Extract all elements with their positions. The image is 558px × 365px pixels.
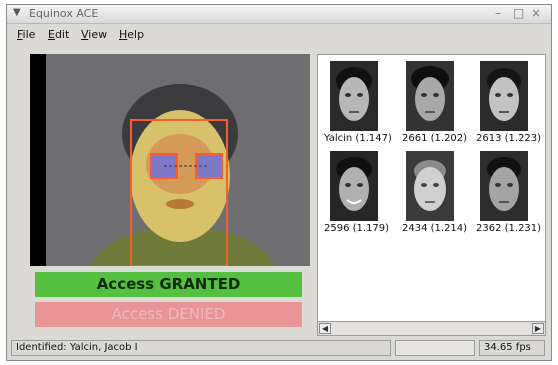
match-caption: 2362 (1.231): [476, 223, 542, 234]
close-icon[interactable]: ×: [531, 6, 541, 20]
face-photo: [480, 151, 528, 221]
fps-readout: 34.65 fps: [479, 340, 545, 356]
match-caption: 2434 (1.214): [402, 223, 468, 234]
feed-left-border: [30, 54, 46, 266]
match-caption: 2661 (1.202): [402, 133, 468, 144]
menu-edit-mnemonic: E: [48, 28, 55, 41]
mouth: [166, 199, 194, 209]
app-window: ▼ Equinox ACE – □ × File Edit View Help …: [6, 4, 552, 361]
window-title: Equinox ACE: [29, 7, 99, 20]
menu-bar: File Edit View Help: [7, 24, 551, 46]
match-caption: 2596 (1.179): [324, 223, 390, 234]
camera-feed: [30, 54, 310, 266]
match-caption: Yalcin (1.147): [324, 133, 392, 144]
face-photo: [406, 151, 454, 221]
match-thumbnail[interactable]: [330, 61, 378, 131]
menu-view-rest: iew: [88, 28, 108, 41]
window-menu-icon[interactable]: ▼: [13, 7, 21, 18]
match-thumbnail[interactable]: [330, 151, 378, 221]
camera-frame: [30, 54, 310, 266]
menu-help[interactable]: Help: [119, 28, 144, 41]
maximize-icon[interactable]: □: [513, 6, 524, 20]
face-photo: [330, 61, 378, 131]
gallery-horizontal-scrollbar[interactable]: ◀ ▶: [317, 321, 546, 336]
status-progress-slot: [395, 340, 475, 356]
scroll-right-icon[interactable]: ▶: [532, 323, 544, 334]
menu-help-rest: elp: [127, 28, 145, 41]
face-photo: [480, 61, 528, 131]
title-bar[interactable]: ▼ Equinox ACE – □ ×: [7, 5, 551, 24]
access-granted-banner: Access GRANTED: [35, 272, 302, 297]
face-photo: [406, 61, 454, 131]
status-bar: Identified: Yalcin, Jacob I 34.65 fps: [7, 338, 551, 360]
identified-status: Identified: Yalcin, Jacob I: [11, 340, 391, 356]
menu-file[interactable]: File: [17, 28, 35, 41]
minimize-icon[interactable]: –: [495, 6, 501, 20]
menu-edit[interactable]: Edit: [48, 28, 69, 41]
match-caption: 2613 (1.223): [476, 133, 542, 144]
match-thumbnail[interactable]: [406, 151, 454, 221]
scroll-left-icon[interactable]: ◀: [319, 323, 331, 334]
match-gallery[interactable]: Yalcin (1.147) 2661 (1.202) 2613 (1.223)…: [317, 54, 546, 336]
match-thumbnail[interactable]: [406, 61, 454, 131]
menu-edit-rest: dit: [54, 28, 70, 41]
menu-view[interactable]: View: [81, 28, 107, 41]
access-denied-banner: Access DENIED: [35, 302, 302, 327]
match-thumbnail[interactable]: [480, 151, 528, 221]
menu-file-rest: ile: [22, 28, 36, 41]
match-thumbnail[interactable]: [480, 61, 528, 131]
face-photo: [330, 151, 378, 221]
